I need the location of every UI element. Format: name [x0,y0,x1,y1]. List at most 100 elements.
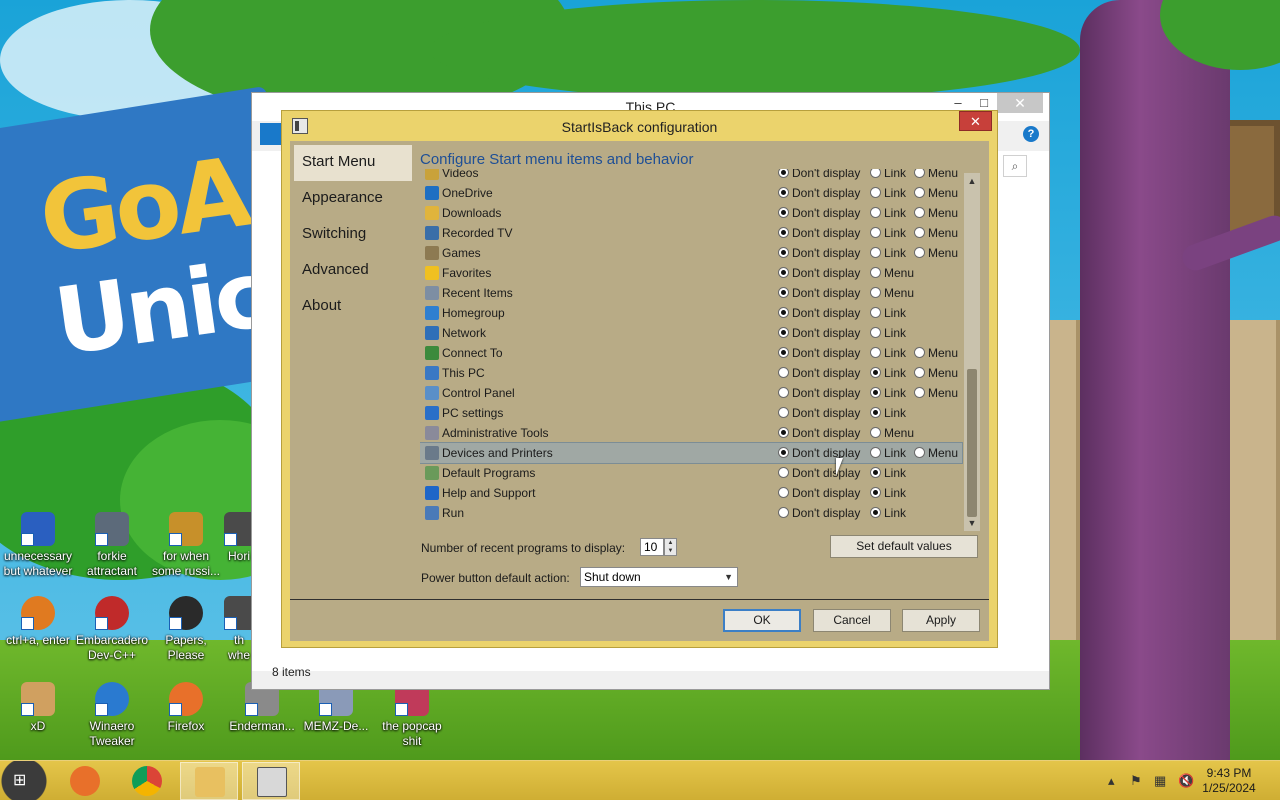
radio-button-icon[interactable] [778,267,789,278]
radio-button-icon[interactable] [870,267,881,278]
radio-button-icon[interactable] [870,347,881,358]
nav-about[interactable]: About [294,289,412,325]
list-item[interactable]: This PC Don't display Link Menu [420,363,962,383]
radio-link[interactable]: Link [870,186,906,200]
radio-dont[interactable]: Don't display [778,206,860,220]
list-item[interactable]: Connect To Don't display Link Menu [420,343,962,363]
radio-button-icon[interactable] [914,387,925,398]
radio-menu[interactable]: Menu [914,206,958,220]
radio-link[interactable]: Link [870,386,906,400]
radio-button-icon[interactable] [778,227,789,238]
radio-button-icon[interactable] [870,287,881,298]
radio-dont[interactable]: Don't display [778,406,860,420]
nav-start-menu[interactable]: Start Menu [294,145,412,181]
radio-button-icon[interactable] [914,367,925,378]
taskbar-startisback[interactable] [242,762,300,800]
radio-menu[interactable]: Menu [914,366,958,380]
radio-dont[interactable]: Don't display [778,186,860,200]
list-item[interactable]: Downloads Don't display Link Menu [420,203,962,223]
list-item[interactable]: Devices and Printers Don't display Link Men… [420,442,963,464]
desktop-icon-ctrl-a[interactable]: ctrl+a, enter [0,596,76,648]
radio-menu[interactable]: Menu [914,226,958,240]
radio-button-icon[interactable] [778,187,789,198]
radio-button-icon[interactable] [778,327,789,338]
radio-link[interactable]: Link [870,366,906,380]
list-item[interactable]: Games Don't display Link Menu [420,243,962,263]
radio-dont[interactable]: Don't display [778,366,860,380]
radio-link[interactable]: Link [870,486,906,500]
list-item[interactable]: Recorded TV Don't display Link Menu [420,223,962,243]
radio-button-icon[interactable] [870,487,881,498]
recent-programs-stepper[interactable]: ▲ ▼ [664,538,677,556]
radio-menu[interactable]: Menu [914,446,958,460]
action-center-flag-icon[interactable]: ⚑ [1130,773,1142,789]
radio-link[interactable]: Link [870,326,906,340]
desktop-icon-unnecessary[interactable]: unnecessary but whatever [0,512,76,579]
dialog-close-button[interactable]: ✕ [959,111,992,131]
dialog-titlebar[interactable]: StartIsBack configuration ✕ [282,111,997,141]
radio-button-icon[interactable] [914,247,925,258]
power-action-select[interactable]: Shut down ▼ [580,567,738,587]
list-item[interactable]: Default Programs Don't display Link [420,463,962,483]
radio-menu[interactable]: Menu [870,426,914,440]
list-item[interactable]: Videos Don't display Link Menu [420,169,962,183]
radio-dont[interactable]: Don't display [778,326,860,340]
radio-link[interactable]: Link [870,206,906,220]
radio-dont[interactable]: Don't display [778,169,860,180]
desktop-icon-xd[interactable]: xD [0,682,76,734]
radio-button-icon[interactable] [778,367,789,378]
radio-dont[interactable]: Don't display [778,506,860,520]
radio-menu[interactable]: Menu [870,266,914,280]
radio-button-icon[interactable] [778,407,789,418]
desktop-icon-papers-please[interactable]: Papers, Please [148,596,224,663]
radio-link[interactable]: Link [870,406,906,420]
scroll-up-arrow-icon[interactable]: ▲ [964,173,980,189]
radio-button-icon[interactable] [870,247,881,258]
nav-switching[interactable]: Switching [294,217,412,253]
scroll-thumb[interactable] [967,369,977,517]
radio-button-icon[interactable] [778,427,789,438]
radio-link[interactable]: Link [870,446,906,460]
radio-link[interactable]: Link [870,346,906,360]
radio-button-icon[interactable] [914,187,925,198]
list-item[interactable]: Help and Support Don't display Link [420,483,962,503]
list-item[interactable]: Recent Items Don't display Menu [420,283,962,303]
radio-button-icon[interactable] [870,307,881,318]
radio-button-icon[interactable] [778,487,789,498]
radio-button-icon[interactable] [870,207,881,218]
radio-button-icon[interactable] [914,447,925,458]
radio-button-icon[interactable] [778,247,789,258]
taskbar-chrome[interactable] [118,762,176,800]
apply-button[interactable]: Apply [902,609,980,632]
desktop-icon-th[interactable]: th whe [224,596,254,663]
radio-menu[interactable]: Menu [914,246,958,260]
desktop-icon-devcpp[interactable]: Embarcadero Dev-C++ [74,596,150,663]
network-icon[interactable]: ▦ [1154,773,1166,789]
radio-button-icon[interactable] [870,467,881,478]
desktop-icon-winaero[interactable]: Winaero Tweaker [74,682,150,749]
search-icon[interactable]: ⌕ [1003,155,1027,177]
radio-button-icon[interactable] [778,307,789,318]
desktop-icon-popcap[interactable]: the popcap shit [374,682,450,749]
list-item[interactable]: PC settings Don't display Link [420,403,962,423]
scroll-down-arrow-icon[interactable]: ▼ [964,515,980,531]
recent-programs-input[interactable]: 10 [640,538,664,556]
list-item[interactable]: Network Don't display Link [420,323,962,343]
radio-button-icon[interactable] [778,507,789,518]
radio-link[interactable]: Link [870,306,906,320]
radio-menu[interactable]: Menu [914,386,958,400]
radio-link[interactable]: Link [870,466,906,480]
radio-button-icon[interactable] [778,287,789,298]
desktop-icon-hori[interactable]: Hori [224,512,254,564]
taskbar-clock[interactable]: 9:43 PM 1/25/2024 [1194,766,1264,796]
radio-dont[interactable]: Don't display [778,386,860,400]
cancel-button[interactable]: Cancel [813,609,891,632]
nav-advanced[interactable]: Advanced [294,253,412,289]
radio-button-icon[interactable] [914,169,925,178]
radio-button-icon[interactable] [914,207,925,218]
radio-button-icon[interactable] [870,447,881,458]
radio-button-icon[interactable] [870,427,881,438]
list-item[interactable]: OneDrive Don't display Link Menu [420,183,962,203]
radio-link[interactable]: Link [870,506,906,520]
radio-button-icon[interactable] [778,467,789,478]
